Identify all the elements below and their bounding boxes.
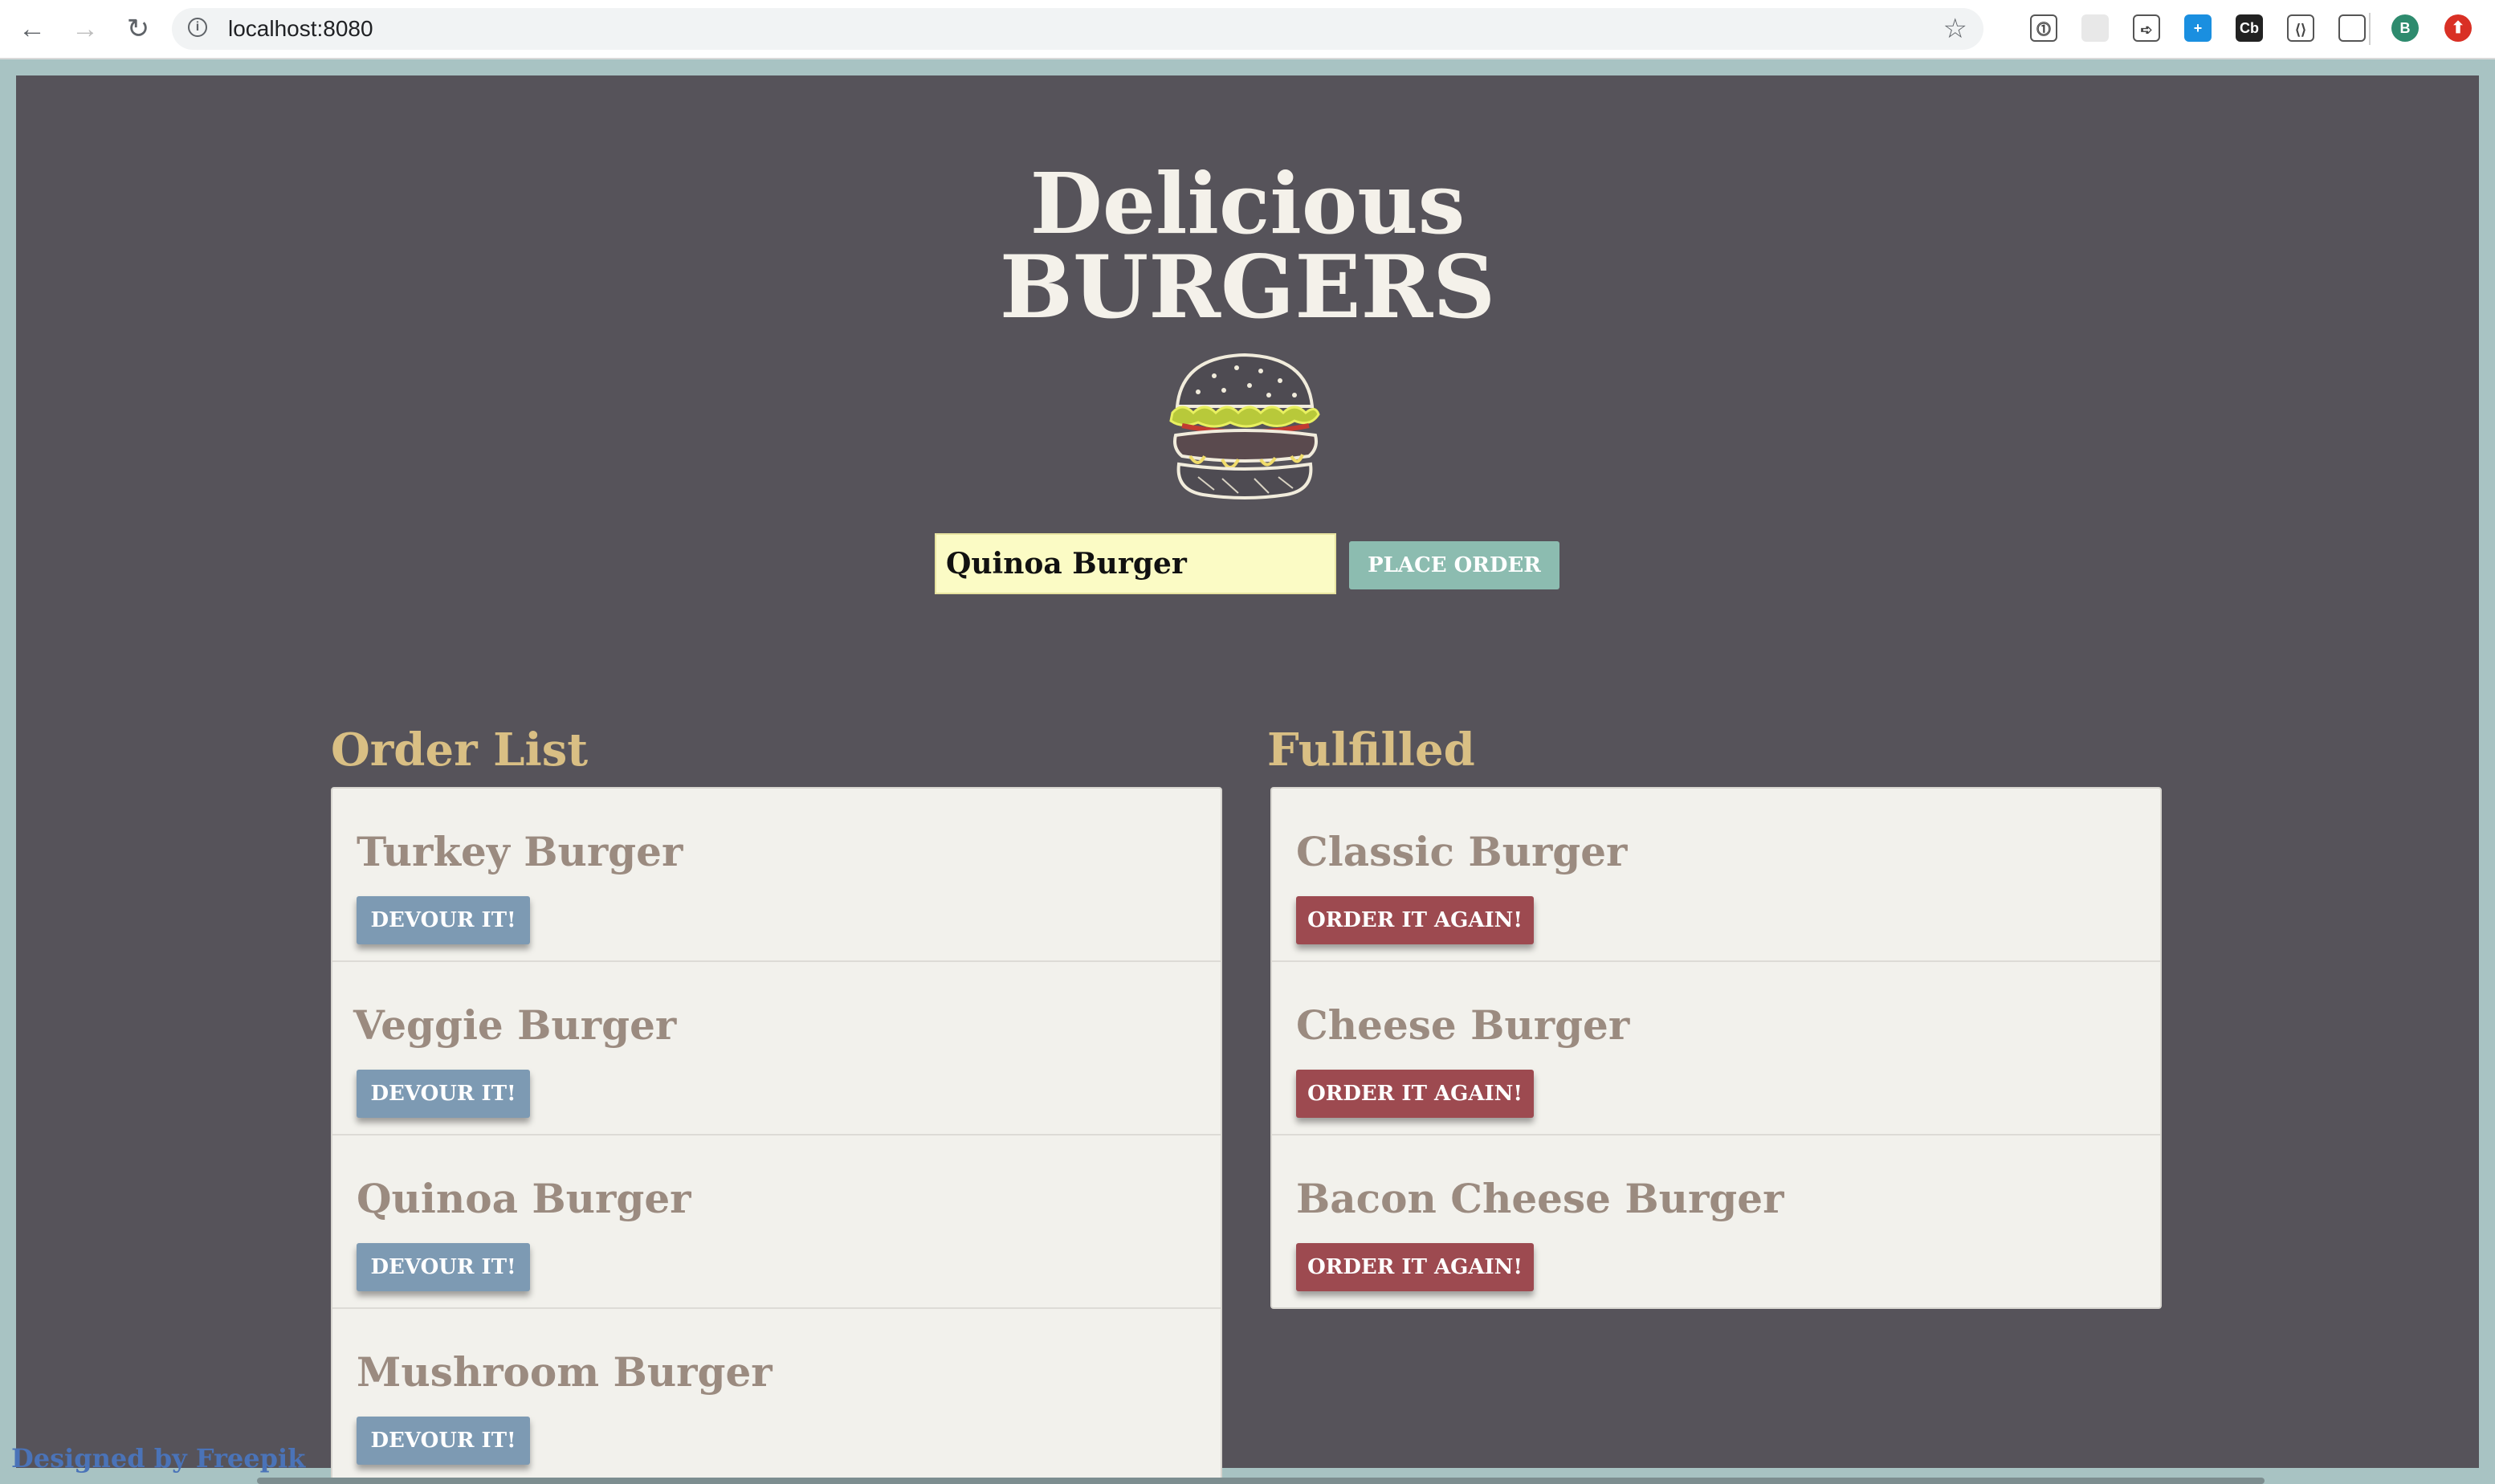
extension-blue-plus-icon[interactable]: + <box>2184 14 2212 42</box>
back-arrow-icon[interactable]: ← <box>14 11 50 47</box>
page-title-line1: Delicious <box>1029 154 1466 253</box>
burger-name: Bacon Cheese Burger <box>1296 1175 1784 1222</box>
burger-name: Turkey Burger <box>357 828 683 875</box>
extension-chart-icon[interactable] <box>2338 14 2366 42</box>
address-bar[interactable]: i localhost:8080 ☆ <box>172 8 1983 50</box>
burger-icon <box>1169 353 1320 499</box>
password-manager-icon[interactable]: ⓵ <box>2030 14 2057 42</box>
burger-name: Cheese Burger <box>1296 1001 1630 1049</box>
extension-cb-icon[interactable]: Cb <box>2236 14 2263 42</box>
list-item: Bacon Cheese Burger ORDER IT AGAIN! <box>1272 1135 2160 1309</box>
burger-name: Classic Burger <box>1296 828 1628 875</box>
burger-name: Mushroom Burger <box>357 1348 773 1396</box>
order-list-heading: Order List <box>331 724 589 777</box>
page-body: Delicious BURGERS PLACE ORDER Order List… <box>11 75 2479 1482</box>
site-info-icon[interactable]: i <box>188 18 207 37</box>
devour-button[interactable]: DEVOUR IT! <box>357 1070 530 1118</box>
list-item: Classic Burger ORDER IT AGAIN! <box>1272 789 2160 962</box>
page-title-line2: BURGERS <box>999 237 1496 338</box>
devour-button[interactable]: DEVOUR IT! <box>357 896 530 944</box>
toolbar-divider <box>2369 13 2371 45</box>
reload-icon[interactable]: ↻ <box>120 11 156 47</box>
fulfilled-heading: Fulfilled <box>1267 724 1475 777</box>
extension-code-icon[interactable]: ⟨⟩ <box>2287 14 2314 42</box>
burger-name: Quinoa Burger <box>357 1175 691 1222</box>
order-again-button[interactable]: ORDER IT AGAIN! <box>1296 1070 1534 1118</box>
order-list-panel: Turkey Burger DEVOUR IT! Veggie Burger D… <box>331 787 1222 1482</box>
extension-grid-icon[interactable] <box>2081 14 2109 42</box>
horizontal-scrollbar[interactable] <box>257 1478 2265 1484</box>
bookmark-star-icon[interactable]: ☆ <box>1943 13 1967 45</box>
profile-avatar[interactable]: B <box>2391 14 2419 42</box>
devour-button[interactable]: DEVOUR IT! <box>357 1417 530 1465</box>
fulfilled-panel: Classic Burger ORDER IT AGAIN! Cheese Bu… <box>1270 787 2162 1309</box>
order-again-button[interactable]: ORDER IT AGAIN! <box>1296 896 1534 944</box>
list-item: Turkey Burger DEVOUR IT! <box>332 789 1221 962</box>
freepik-credit-link[interactable]: Designed by Freepik <box>11 1445 305 1471</box>
forward-arrow-icon[interactable]: → <box>67 11 103 47</box>
url-text[interactable]: localhost:8080 <box>228 16 373 42</box>
extension-red-icon[interactable]: ⬆ <box>2444 14 2472 42</box>
list-item: Veggie Burger DEVOUR IT! <box>332 962 1221 1135</box>
browser-toolbar: ← → ↻ i localhost:8080 ☆ ⓵ ➪ + Cb ⟨⟩ B ⬆ <box>0 0 2495 59</box>
burger-name-input[interactable] <box>935 533 1336 594</box>
burger-name: Veggie Burger <box>353 1001 677 1049</box>
devour-button[interactable]: DEVOUR IT! <box>357 1243 530 1291</box>
list-item: Cheese Burger ORDER IT AGAIN! <box>1272 962 2160 1135</box>
order-again-button[interactable]: ORDER IT AGAIN! <box>1296 1243 1534 1291</box>
list-item: Mushroom Burger DEVOUR IT! <box>332 1309 1221 1482</box>
place-order-button[interactable]: PLACE ORDER <box>1349 541 1559 589</box>
list-item: Quinoa Burger DEVOUR IT! <box>332 1135 1221 1309</box>
extension-red-arrow-icon[interactable]: ➪ <box>2133 14 2160 42</box>
